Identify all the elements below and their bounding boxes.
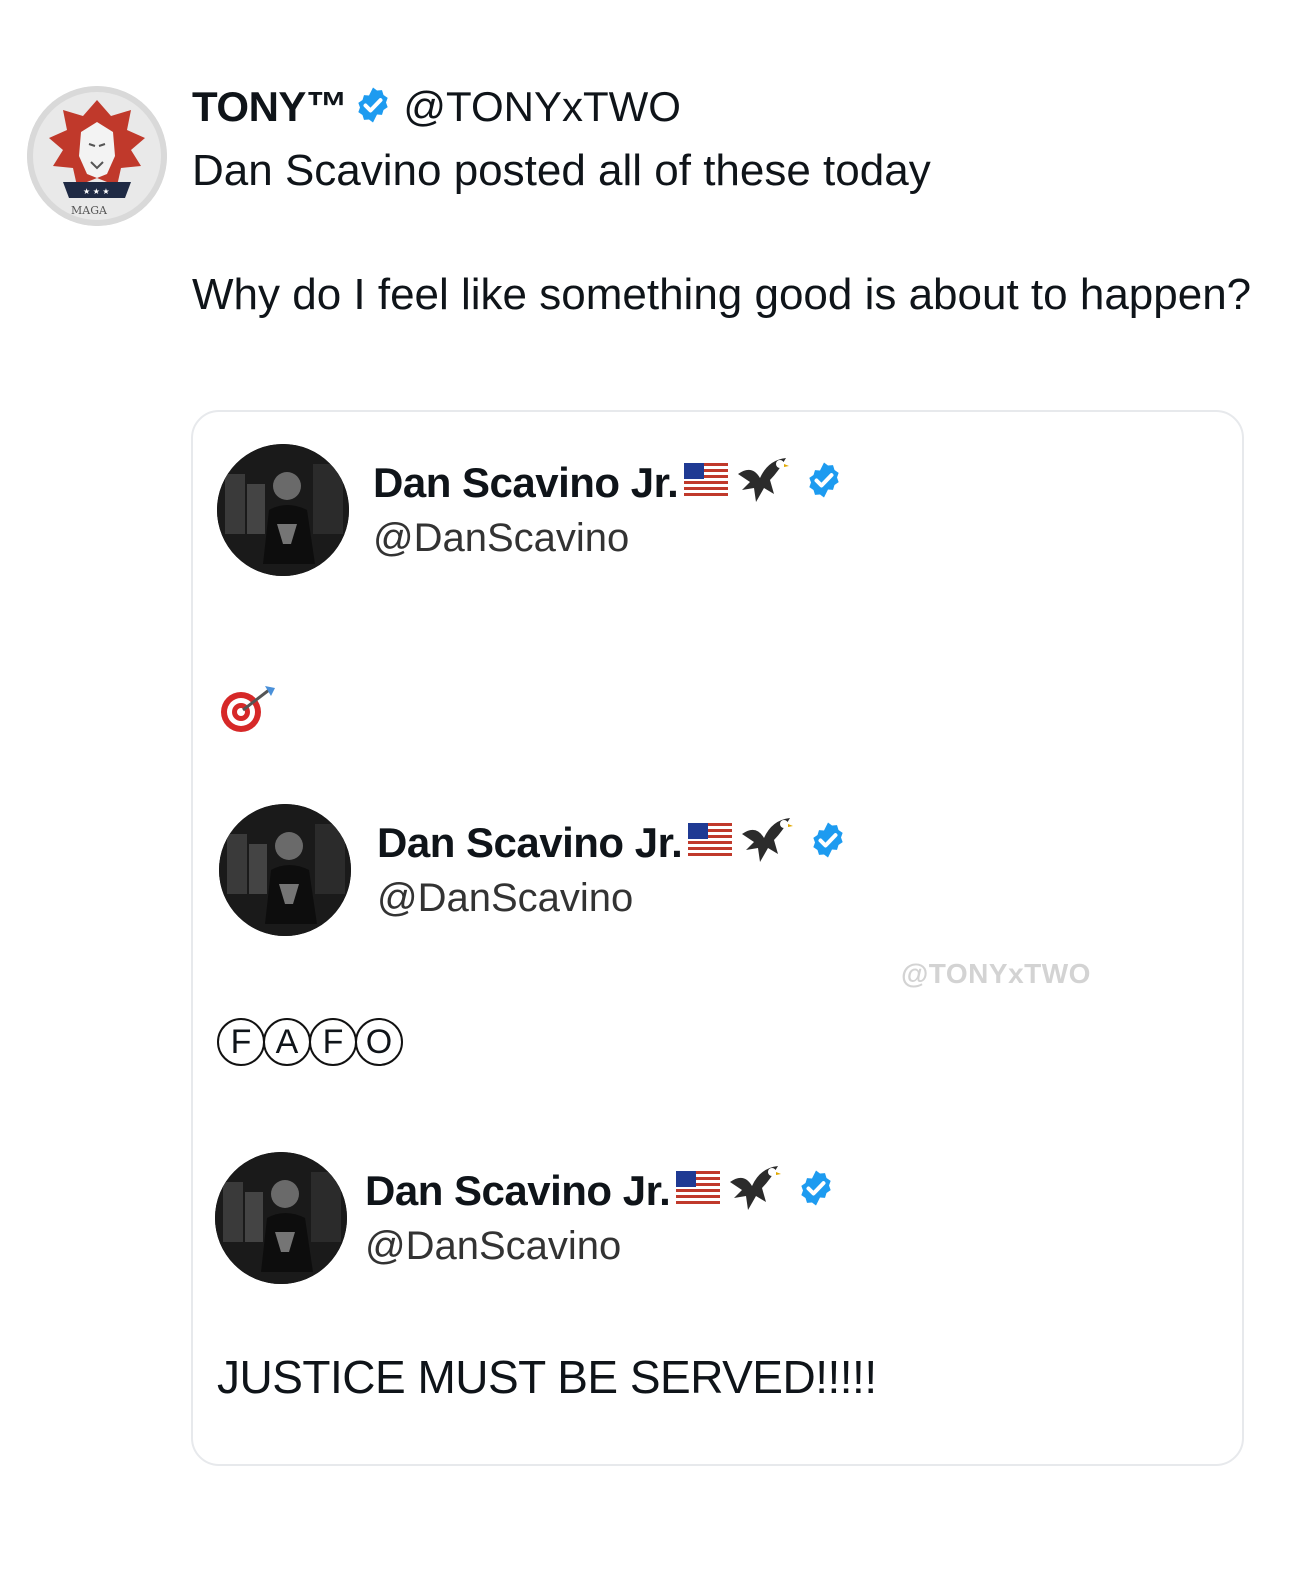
post-handle: @DanScavino — [373, 516, 630, 560]
post-display-name: Dan Scavino Jr. — [365, 1166, 671, 1214]
circled-letter: F — [217, 1018, 265, 1066]
verified-badge-icon — [353, 85, 393, 130]
tweet-text-line-1: Dan Scavino posted all of these today — [192, 146, 931, 195]
dan-scavino-avatar — [219, 804, 351, 936]
verified-badge-icon — [804, 460, 844, 505]
circled-letter: F — [309, 1018, 357, 1066]
embedded-image[interactable]: Dan Scavino Jr. @DanScavino Dan Scavino … — [191, 410, 1244, 1466]
tweet-text-line-2: Why do I feel like something good is abo… — [192, 270, 1252, 319]
verified-badge-icon — [808, 820, 848, 865]
direct-hit-target-icon — [217, 682, 277, 745]
us-flag-icon — [676, 1171, 721, 1210]
post-handle: @DanScavino — [377, 876, 634, 920]
post-display-name: Dan Scavino Jr. — [377, 818, 683, 866]
svg-text:★ ★ ★: ★ ★ ★ — [83, 187, 110, 196]
us-flag-icon — [684, 463, 729, 502]
eagle-icon — [738, 814, 794, 871]
tweet-header: TONY™ @TONYxTWO — [192, 82, 681, 132]
circled-letter: A — [263, 1018, 311, 1066]
author-handle[interactable]: @TONYxTWO — [403, 83, 681, 131]
post-body-text: JUSTICE MUST BE SERVED!!!!! — [217, 1351, 877, 1403]
author-avatar[interactable]: ★ ★ ★ MAGA — [27, 86, 167, 226]
circled-letter: O — [355, 1018, 403, 1066]
author-display-name[interactable]: TONY™ — [192, 83, 348, 131]
post-display-name: Dan Scavino Jr. — [373, 458, 679, 506]
post-name-row: Dan Scavino Jr. — [365, 1162, 836, 1219]
us-flag-icon — [688, 823, 733, 862]
watermark: @TONYxTWO — [901, 958, 1091, 989]
tweet-text: Dan Scavino posted all of these today Wh… — [192, 140, 1252, 326]
post-name-row: Dan Scavino Jr. — [373, 454, 844, 511]
dan-scavino-avatar — [215, 1152, 347, 1284]
fafo-circled-letters: F A F O — [217, 1018, 403, 1066]
post-name-row: Dan Scavino Jr. — [377, 814, 848, 871]
maga-lion-logo-icon: ★ ★ ★ MAGA — [27, 86, 167, 226]
verified-badge-icon — [796, 1168, 836, 1213]
eagle-icon — [726, 1162, 782, 1219]
avatar-label: MAGA — [71, 204, 108, 217]
dan-scavino-avatar — [217, 444, 349, 576]
eagle-icon — [734, 454, 790, 511]
post-handle: @DanScavino — [365, 1224, 622, 1268]
